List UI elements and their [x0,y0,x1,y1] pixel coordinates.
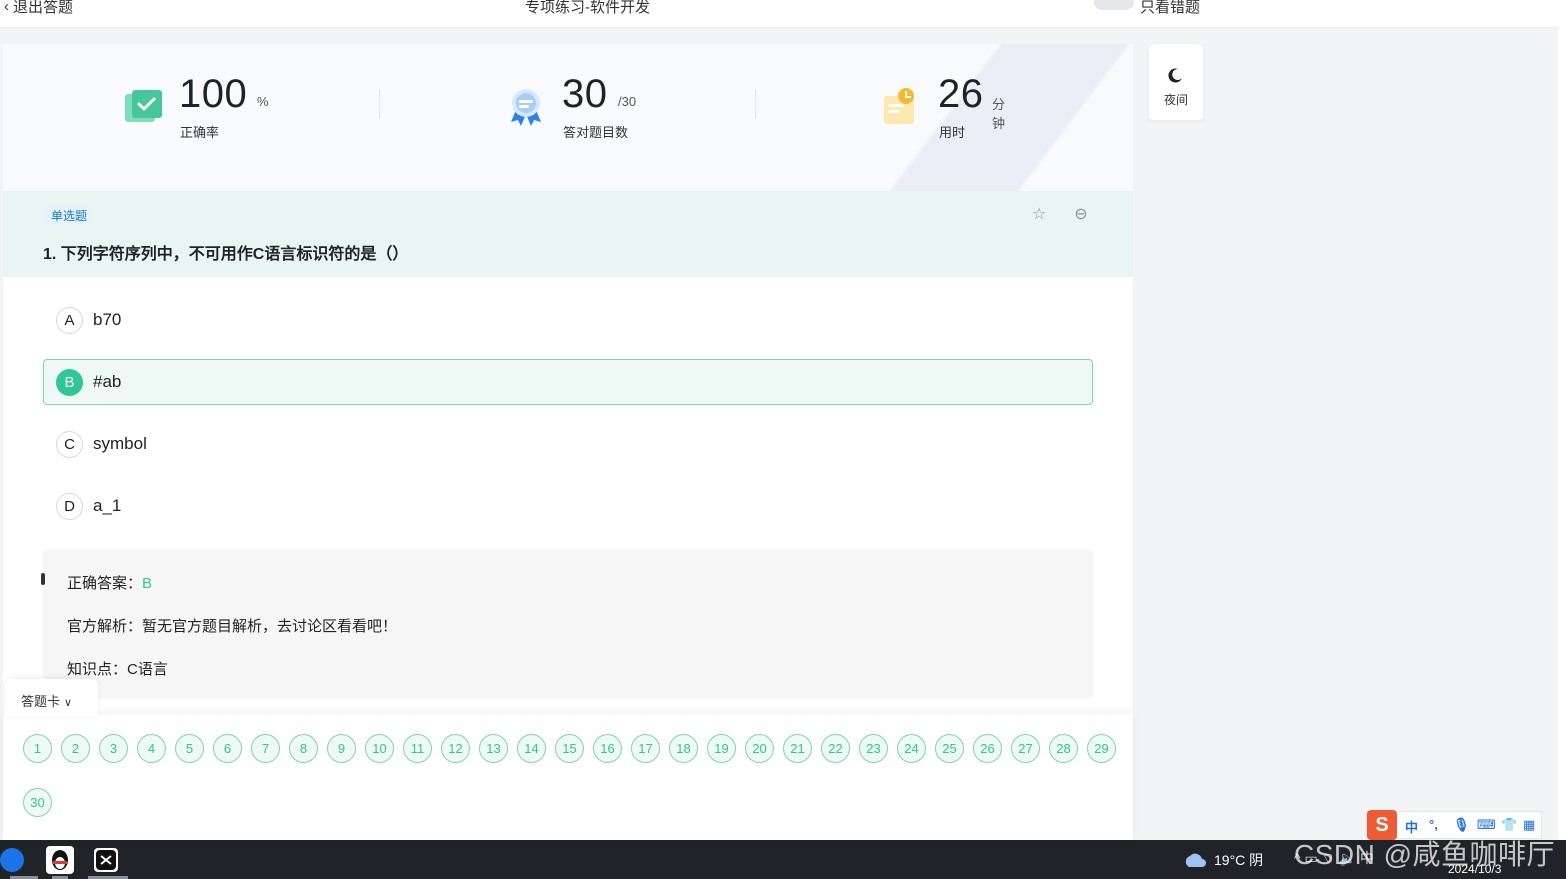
divider [379,89,380,119]
question-number-button[interactable]: 7 [251,734,280,763]
question-number-button[interactable]: 22 [821,734,850,763]
skin-icon[interactable]: 👕 [1501,817,1517,833]
option-letter: B [56,369,83,396]
question-number-button[interactable]: 11 [403,734,432,763]
question-header: 单选题 1. 下列字符序列中，不可用作C语言标识符的是（） ☆ ⊖ [3,191,1133,277]
analysis-box: 正确答案：B 官方解析：暂无官方题目解析，去讨论区看看吧！ 知识点：C语言 [41,549,1093,699]
question-number-button[interactable]: 1 [23,734,52,763]
keyboard-icon[interactable]: ⌨ [1477,817,1496,833]
chevron-left-icon: ‹ [4,0,9,15]
question-number-button[interactable]: 21 [783,734,812,763]
capcut-icon[interactable] [94,848,118,872]
punctuation-icon[interactable]: °, [1429,817,1438,832]
option-text: b70 [93,310,122,329]
question-number-button[interactable]: 18 [669,734,698,763]
top-bar: ‹ 退出答题 专项练习-软件开发 只看错题 [0,0,1558,28]
question-number-button[interactable]: 5 [175,734,204,763]
option-d[interactable]: D a_1 [43,483,1093,529]
award-ribbon-icon [511,89,541,126]
question-title: 1. 下列字符序列中，不可用作C语言标识符的是（） [43,246,409,263]
star-icon[interactable]: ☆ [1030,206,1048,224]
question-number-button[interactable]: 15 [555,734,584,763]
question-number-button[interactable]: 30 [23,788,52,817]
knowledge-point: 知识点：C语言 [67,661,168,678]
check-badge-icon [125,90,162,122]
question-number-button[interactable]: 4 [137,734,166,763]
question-number-button[interactable]: 23 [859,734,888,763]
question-number-button[interactable]: 13 [479,734,508,763]
correct-answer-label: 正确答案： [67,575,143,592]
exit-label: 退出答题 [13,0,74,16]
toolbox-icon[interactable]: ▦ [1523,817,1535,833]
minus-circle-icon[interactable]: ⊖ [1072,206,1090,224]
chevron-down-icon: ∨ [64,697,73,709]
correct-answer-row: 正确答案：B [67,572,152,593]
question-type-badge: 单选题 [44,206,95,225]
weather-text: 19°C 阴 [1214,852,1264,868]
weather-widget[interactable]: 19°C 阴 [1182,850,1263,870]
correct-count-unit: /30 [618,94,637,109]
question-number-button[interactable]: 3 [99,734,128,763]
correct-count-value: 30 [562,72,608,116]
option-letter: D [56,493,83,520]
wrong-only-label: 只看错题 [1140,0,1201,16]
question-number-button[interactable]: 20 [745,734,774,763]
question-number-button[interactable]: 17 [631,734,660,763]
question-number-button[interactable]: 14 [517,734,546,763]
page-title: 专项练习-软件开发 [525,0,650,16]
browser-icon[interactable] [0,848,24,872]
analysis-marker [41,573,45,585]
option-b[interactable]: B #ab [43,359,1093,405]
night-mode-label: 夜间 [1163,93,1188,107]
moon-icon [1168,68,1182,83]
option-a[interactable]: A b70 [43,297,1093,343]
wrong-only-toggle[interactable] [1094,0,1134,10]
question-number-button[interactable]: 8 [289,734,318,763]
question-number-button[interactable]: 10 [365,734,394,763]
qq-icon[interactable] [46,846,74,874]
accuracy-value: 100 [179,72,248,116]
time-label: 用时 [939,125,966,140]
option-letter: C [56,431,83,458]
question-number-button[interactable]: 29 [1087,734,1116,763]
accuracy-label: 正确率 [180,125,220,140]
night-mode-button[interactable]: 夜间 [1149,44,1203,120]
option-text: a_1 [93,496,122,515]
option-text: #ab [93,372,122,391]
time-value: 26 [938,72,984,116]
option-text: symbol [93,434,147,453]
correct-count-label: 答对题目数 [563,125,629,140]
question-number-button[interactable]: 25 [935,734,964,763]
question-number-button[interactable]: 24 [897,734,926,763]
explanation-text: 官方解析：暂无官方题目解析，去讨论区看看吧！ [67,618,398,635]
answer-card-label: 答题卡 [21,694,61,709]
microphone-icon[interactable]: 🎙 [1453,817,1470,833]
question-number-button[interactable]: 19 [707,734,736,763]
question-number-button[interactable]: 12 [441,734,470,763]
question-number-button[interactable]: 2 [61,734,90,763]
divider [755,89,756,119]
exit-button[interactable]: ‹ 退出答题 [4,0,73,17]
question-number-button[interactable]: 9 [327,734,356,763]
answer-card-toggle[interactable]: 答题卡 ∨ [5,679,98,717]
accuracy-unit: % [257,94,269,109]
question-number-button[interactable]: 27 [1011,734,1040,763]
correct-answer-value: B [142,575,153,592]
option-c[interactable]: C symbol [43,421,1093,467]
right-edge [1558,0,1566,840]
time-unit: 分钟 [992,97,1006,131]
option-letter: A [56,307,83,334]
question-number-grid: 1 2 3 4 5 6 7 8 9 10 11 12 13 14 15 16 17 18 19 20 21 22 23 24 2… [23,734,1133,817]
cloud-icon [1185,853,1206,867]
watermark: CSDN @咸鱼咖啡厅 [1294,839,1556,870]
question-number-button[interactable]: 26 [973,734,1002,763]
question-number-button[interactable]: 6 [213,734,242,763]
answer-card-panel: 1 2 3 4 5 6 7 8 9 10 11 12 13 14 15 16 17 18 19 20 21 22 23 24 2… [3,714,1133,840]
question-number-button[interactable]: 16 [593,734,622,763]
stats-panel: 100 % 正确率 30 /30 答对题目数 26 分钟 用时 [3,44,1133,191]
question-number-button[interactable]: 28 [1049,734,1078,763]
clock-clipboard-icon [884,88,914,124]
